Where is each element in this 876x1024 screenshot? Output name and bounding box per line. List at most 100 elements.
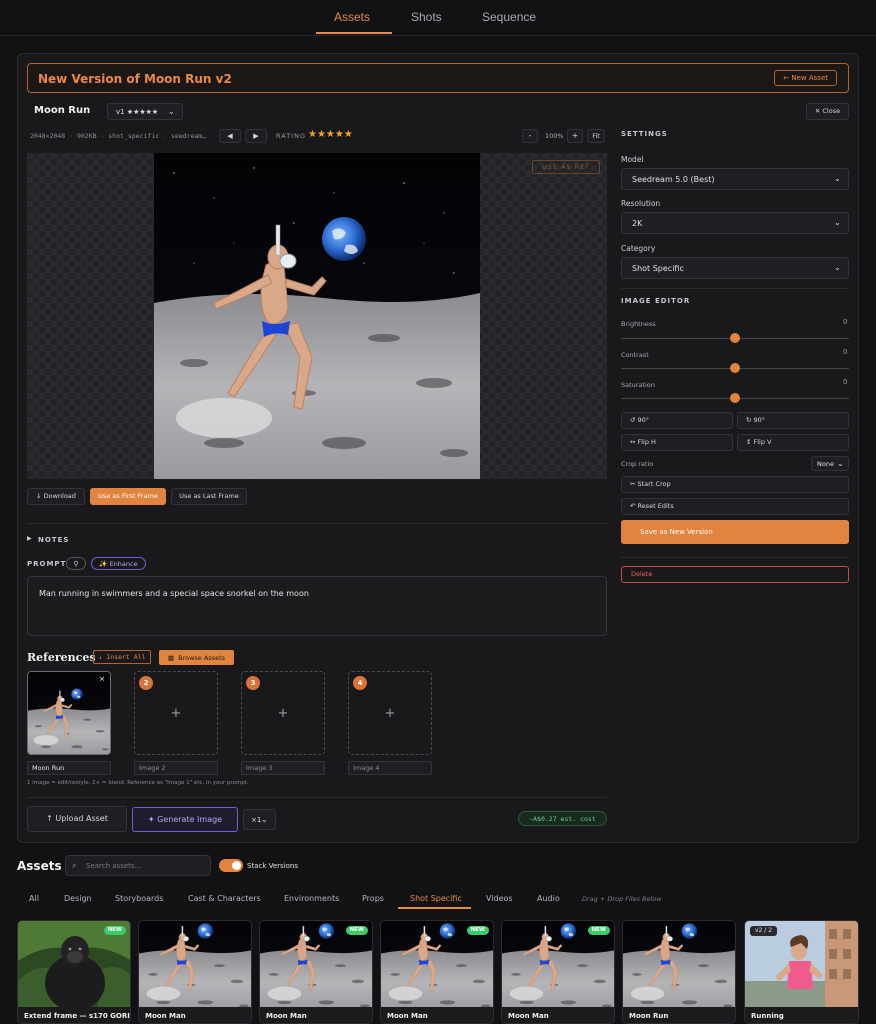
divider [621, 557, 849, 558]
save-new-version-button[interactable]: Save as New Version [621, 520, 849, 544]
editor-title-bar: New Version of Moon Run v2 ← New Asset [27, 63, 849, 93]
crop-ratio-select[interactable]: None ⌄ [811, 456, 849, 471]
references-hint: 1 image = edit/restyle. 2+ = blend. Refe… [27, 780, 249, 786]
reference-name-3[interactable]: Image 3 [241, 761, 325, 775]
rating-label: RATING [276, 132, 306, 140]
category-tab-videos[interactable]: Videos [486, 894, 513, 903]
zoom-out-button[interactable]: - [522, 129, 538, 143]
version-select[interactable]: v1 ★★★★★ ⌄ [107, 103, 183, 120]
asset-search-input[interactable]: ⌕ Search assets... [65, 855, 211, 876]
flip-vertical-button[interactable]: ↕ Flip V [737, 434, 849, 451]
insert-all-button[interactable]: ↓ Insert All [93, 650, 151, 664]
contrast-slider-handle[interactable] [730, 363, 740, 373]
asset-thumbnail [623, 921, 735, 1007]
asset-card-name: Moon Run [629, 1012, 669, 1020]
category-tab-audio[interactable]: Audio [537, 894, 560, 903]
enhance-button[interactable]: ✨ Enhance [91, 557, 146, 570]
prompt-tools-button[interactable]: ⚲ [66, 557, 86, 570]
category-tab-design[interactable]: Design [64, 894, 92, 903]
use-as-first-frame-button[interactable]: Use as First Frame [90, 488, 166, 505]
cost-estimate: ~A$0.27 est. cost [518, 811, 607, 826]
model-value: Seedream 5.0 (Best) [632, 174, 715, 184]
asset-card[interactable]: Moon Run [622, 920, 736, 1024]
brightness-slider-handle[interactable] [730, 333, 740, 343]
settings-title: SETTINGS [621, 130, 668, 138]
notes-label[interactable]: NOTES [38, 536, 69, 544]
drag-drop-hint: Drag + Drop Files Below [582, 895, 662, 903]
new-asset-button[interactable]: ← New Asset [774, 70, 837, 86]
asset-card[interactable]: NEW Moon Man [259, 920, 373, 1024]
chevron-down-icon: ⌄ [261, 814, 268, 824]
model-select[interactable]: Seedream 5.0 (Best) ⌄ [621, 168, 849, 190]
reference-name-2[interactable]: Image 2 [134, 761, 218, 775]
divider [27, 797, 607, 798]
asset-card-name: Moon Man [266, 1012, 307, 1020]
asset-card-name: Moon Man [145, 1012, 186, 1020]
category-select[interactable]: Shot Specific ⌄ [621, 257, 849, 279]
tab-assets[interactable]: Assets [334, 10, 370, 24]
zoom-level: 100% [545, 132, 564, 140]
remove-reference-icon[interactable]: × [99, 675, 105, 683]
category-value: Shot Specific [632, 263, 684, 273]
tab-sequence[interactable]: Sequence [482, 10, 536, 24]
image-preview[interactable]: USE AS REF [27, 153, 607, 479]
crop-ratio-label: Crop ratio [621, 460, 654, 468]
contrast-label: Contrast [621, 351, 649, 359]
asset-card[interactable]: NEW Moon Man [501, 920, 615, 1024]
version-select-value: v1 ★★★★★ [116, 107, 159, 116]
asset-card[interactable]: v2 / 2 Running [744, 920, 859, 1024]
start-crop-button[interactable]: ✂ Start Crop [621, 476, 849, 493]
use-as-ref-button[interactable]: USE AS REF [532, 160, 600, 174]
category-tab-shot-specific[interactable]: Shot Specific [410, 894, 462, 903]
generation-count-select[interactable]: ×1 ⌄ [243, 809, 276, 830]
reset-edits-button[interactable]: ↶ Reset Edits [621, 498, 849, 515]
reference-name-1[interactable]: Moon Run [27, 761, 111, 775]
previous-image-button[interactable]: ◀ [219, 129, 241, 143]
zoom-in-button[interactable]: + [567, 129, 583, 143]
tab-shots[interactable]: Shots [411, 10, 442, 24]
next-image-button[interactable]: ▶ [245, 129, 267, 143]
reference-slot-2[interactable]: 2 + [134, 671, 218, 755]
category-tab-all[interactable]: All [29, 894, 39, 903]
reference-slot-4[interactable]: 4 + [348, 671, 432, 755]
close-button[interactable]: ✕ Close [806, 103, 849, 120]
stack-versions-toggle[interactable] [219, 859, 243, 872]
reference-name-4[interactable]: Image 4 [348, 761, 432, 775]
resolution-select[interactable]: 2K ⌄ [621, 212, 849, 234]
active-category-underline [398, 907, 471, 909]
asset-card[interactable]: NEW Moon Man [380, 920, 494, 1024]
asset-meta: 2048×2048 · 902KB · shot_specific · seed… [30, 132, 207, 140]
plus-icon: + [170, 705, 182, 721]
saturation-slider-handle[interactable] [730, 393, 740, 403]
zoom-fit-button[interactable]: Fit [587, 129, 605, 143]
asset-card-name: Moon Man [508, 1012, 549, 1020]
notes-expand-icon[interactable]: ▶ [27, 535, 32, 542]
prompt-textarea[interactable]: Man running in swimmers and a special sp… [27, 576, 607, 636]
rating-stars[interactable]: ★★★★★ [308, 129, 353, 140]
top-navigation: Assets Shots Sequence [0, 0, 876, 36]
browse-assets-button[interactable]: ▦ Browse Assets [159, 650, 234, 665]
flip-horizontal-button[interactable]: ↔ Flip H [621, 434, 733, 451]
reference-slot-1[interactable]: × [27, 671, 111, 755]
rotate-right-button[interactable]: ↻ 90° [737, 412, 849, 429]
category-tab-environments[interactable]: Environments [284, 894, 339, 903]
search-icon: ⌕ [72, 861, 77, 870]
delete-button[interactable]: Delete [621, 566, 849, 583]
toggle-knob [232, 861, 241, 870]
reference-slot-3[interactable]: 3 + [241, 671, 325, 755]
chevron-down-icon: ⌄ [834, 263, 841, 272]
generation-count-value: ×1 [251, 815, 262, 824]
category-tab-storyboards[interactable]: Storyboards [115, 894, 163, 903]
grid-icon: ▦ [167, 653, 175, 662]
category-tab-cast-characters[interactable]: Cast & Characters [188, 894, 261, 903]
rotate-left-button[interactable]: ↺ 90° [621, 412, 733, 429]
generate-image-button[interactable]: ✦ Generate Image [132, 807, 238, 832]
category-tab-props[interactable]: Props [362, 894, 384, 903]
asset-card[interactable]: Moon Man [138, 920, 252, 1024]
moon-run-image [154, 153, 480, 479]
asset-card[interactable]: NEW Extend frame — s170 GORI… [17, 920, 131, 1024]
use-as-last-frame-button[interactable]: Use as Last Frame [171, 488, 247, 505]
download-button[interactable]: ↓ Download [27, 488, 85, 505]
upload-asset-button[interactable]: ↑ Upload Asset [27, 806, 127, 832]
chevron-down-icon: ⌄ [834, 174, 841, 183]
